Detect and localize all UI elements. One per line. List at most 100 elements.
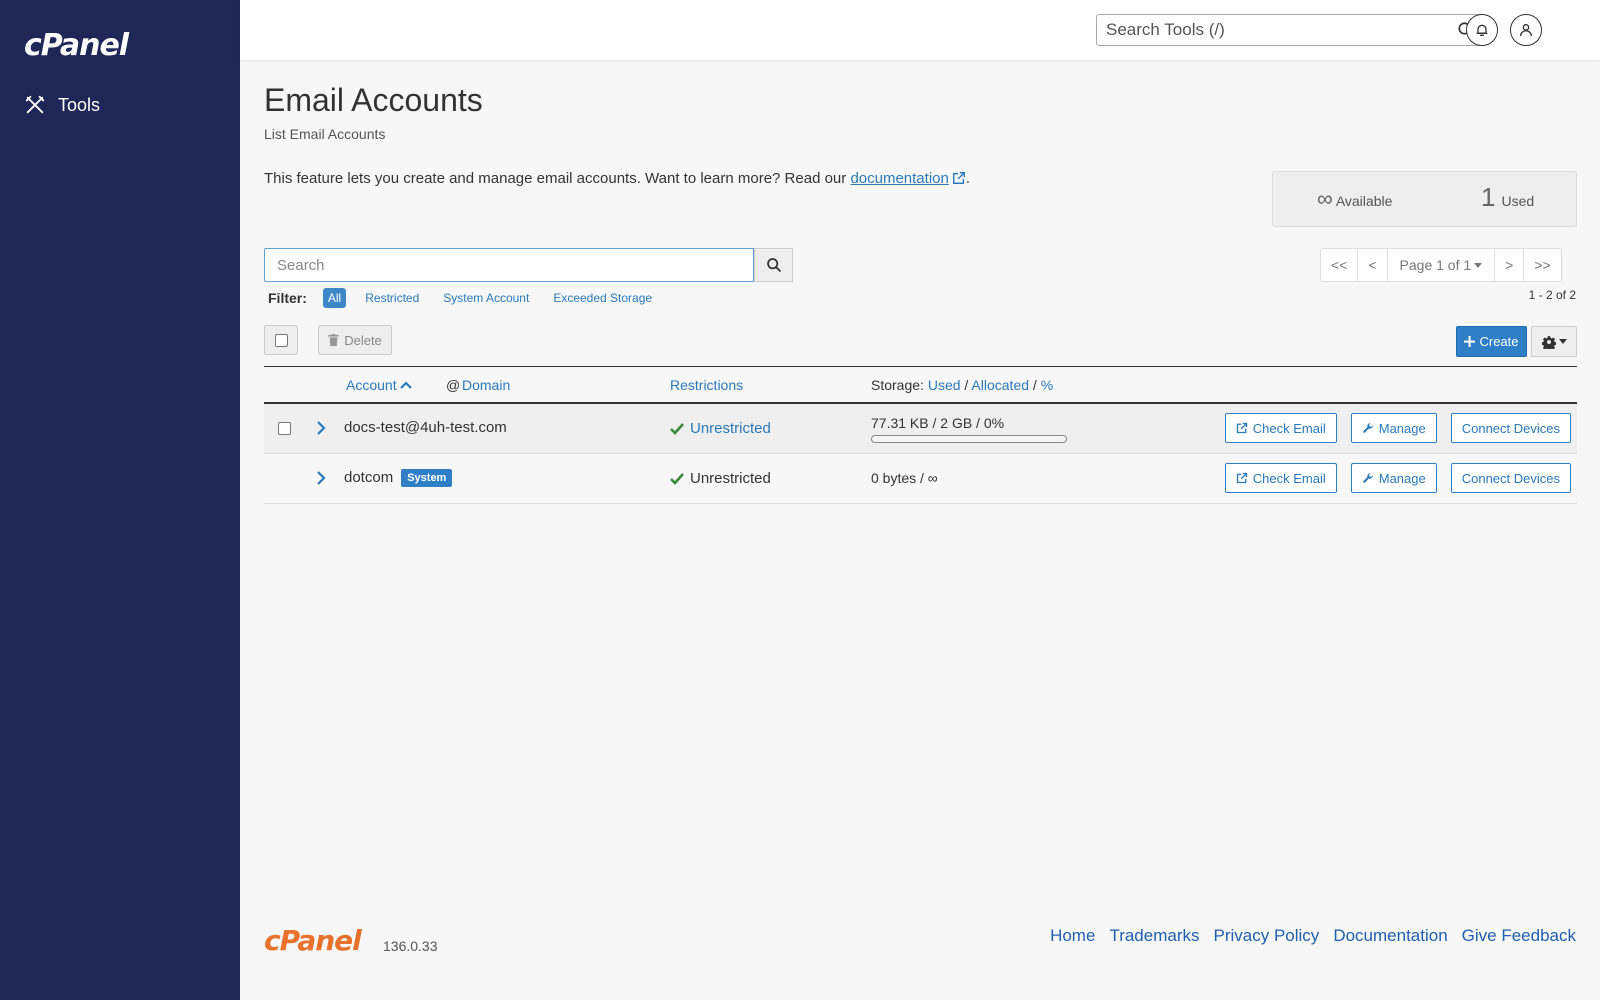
chevron-right-icon[interactable] (316, 470, 326, 486)
delete-label: Delete (344, 332, 382, 348)
check-icon (670, 422, 684, 435)
stat-used: 1 Used (1481, 182, 1534, 213)
create-label: Create (1479, 334, 1519, 349)
footer-cpanel-logo: cPanel (264, 924, 362, 957)
page-subtitle: List Email Accounts (264, 126, 386, 142)
footer-links: Home Trademarks Privacy Policy Documenta… (1050, 926, 1576, 946)
footer-link-give-feedback[interactable]: Give Feedback (1462, 926, 1576, 946)
stat-available: ∞ Available (1317, 186, 1392, 212)
next-page-button[interactable]: > (1495, 249, 1525, 281)
used-value: 1 (1481, 182, 1496, 212)
restriction-link[interactable]: Unrestricted (690, 420, 771, 437)
page-select[interactable]: Page 1 of 1 (1388, 249, 1496, 281)
system-badge: System (401, 469, 453, 487)
sort-account-header[interactable]: Account (346, 377, 413, 393)
settings-dropdown-button[interactable] (1531, 326, 1577, 357)
sort-allocated-header[interactable]: Allocated (971, 377, 1029, 393)
page-title: Email Accounts (264, 82, 483, 118)
row-actions: Check Email Manage Connect Devices (1224, 463, 1571, 493)
available-label: Available (1335, 193, 1393, 209)
row-actions: Check Email Manage Connect Devices (1224, 413, 1571, 443)
tools-icon (25, 95, 45, 114)
plus-icon (1464, 336, 1476, 347)
select-all-button[interactable] (264, 325, 298, 355)
sidebar: cPanel Tools (0, 0, 240, 1000)
connect-devices-button[interactable]: Connect Devices (1450, 463, 1571, 493)
filter-system-account[interactable]: System Account (438, 288, 534, 308)
cpanel-logo[interactable]: cPanel (24, 28, 129, 63)
gear-icon (1541, 335, 1556, 349)
notifications-button[interactable] (1466, 14, 1498, 46)
filter-all[interactable]: All (322, 288, 347, 308)
connect-devices-label: Connect Devices (1461, 420, 1560, 436)
sidebar-item-label: Tools (58, 94, 101, 115)
connect-devices-button[interactable]: Connect Devices (1450, 413, 1571, 443)
sort-restrictions-header[interactable]: Restrictions (670, 377, 743, 393)
search-button[interactable] (754, 248, 793, 282)
footer-link-trademarks[interactable]: Trademarks (1109, 926, 1199, 946)
first-page-button[interactable]: << (1321, 249, 1359, 281)
account-name-text: dotcom (344, 469, 394, 486)
table-row: docs-test@4uh-test.com Unrestricted 77.3… (264, 404, 1577, 454)
restriction-text: Unrestricted (690, 470, 771, 487)
table-row: dotcom System Unrestricted 0 bytes / ∞ Ch… (264, 454, 1577, 504)
account-search-box (264, 248, 754, 282)
footer-link-home[interactable]: Home (1050, 926, 1095, 946)
check-email-button[interactable]: Check Email (1224, 413, 1337, 443)
available-symbol: ∞ (1317, 186, 1333, 211)
restriction-status: Unrestricted (670, 420, 771, 437)
manage-label: Manage (1378, 470, 1426, 486)
footer-link-privacy-policy[interactable]: Privacy Policy (1214, 926, 1320, 946)
last-page-button[interactable]: >> (1524, 249, 1560, 281)
top-header (240, 0, 1600, 60)
filter-restricted[interactable]: Restricted (360, 288, 424, 308)
storage-header: Storage: Used / Allocated / % (871, 377, 1053, 393)
sidebar-item-tools[interactable]: Tools (24, 94, 100, 116)
caret-down-icon (1558, 339, 1567, 344)
accounts-table: Account @ Domain Restrictions Storage: U… (264, 366, 1577, 504)
filter-exceeded-storage[interactable]: Exceeded Storage (548, 288, 657, 308)
col-at-sign: @ (446, 377, 461, 393)
account-search-input[interactable] (265, 249, 753, 281)
page-select-label: Page 1 of 1 (1399, 257, 1472, 273)
search-tools-input[interactable] (1097, 15, 1437, 45)
caret-down-icon (1474, 262, 1483, 268)
documentation-link[interactable]: documentation (850, 170, 965, 187)
manage-button[interactable]: Manage (1350, 413, 1437, 443)
storage-sep: / (964, 377, 969, 393)
sort-percent-header[interactable]: % (1041, 377, 1053, 393)
filter-label: Filter: (268, 290, 307, 306)
external-link-icon (1236, 472, 1247, 484)
user-icon (1520, 24, 1532, 37)
check-icon (670, 472, 684, 485)
row-checkbox[interactable] (278, 422, 291, 435)
footer-link-documentation[interactable]: Documentation (1333, 926, 1447, 946)
pagination: << < Page 1 of 1 > >> (1320, 248, 1562, 282)
chevron-right-icon[interactable] (316, 420, 326, 436)
create-button[interactable]: Create (1456, 326, 1527, 357)
prev-page-button[interactable]: < (1358, 249, 1388, 281)
account-name: dotcom System (344, 469, 453, 487)
intro-text: This feature lets you create and manage … (264, 170, 970, 187)
manage-button[interactable]: Manage (1350, 463, 1437, 493)
search-tools-box (1096, 14, 1484, 46)
storage-usage: 77.31 KB / 2 GB / 0% (871, 415, 1067, 443)
delete-button[interactable]: Delete (318, 325, 392, 355)
bell-icon (1476, 24, 1488, 36)
check-email-button[interactable]: Check Email (1224, 463, 1337, 493)
storage-prefix: Storage: (871, 377, 924, 393)
filter-bar: Filter: All Restricted System Account Ex… (268, 288, 657, 308)
results-range: 1 - 2 of 2 (1528, 288, 1576, 302)
intro-body: This feature lets you create and manage … (264, 170, 847, 187)
connect-devices-label: Connect Devices (1461, 470, 1560, 486)
version-number: 136.0.33 (383, 938, 438, 954)
check-email-label: Check Email (1252, 470, 1326, 486)
sort-used-header[interactable]: Used (928, 377, 961, 393)
account-name: docs-test@4uh-test.com (344, 419, 507, 436)
user-menu-button[interactable] (1510, 14, 1542, 46)
account-stats: ∞ Available 1 Used (1272, 171, 1577, 227)
used-label: Used (1501, 193, 1535, 209)
sort-domain-header[interactable]: Domain (462, 377, 510, 393)
wrench-icon (1362, 473, 1373, 483)
select-all-checkbox[interactable] (274, 333, 288, 347)
